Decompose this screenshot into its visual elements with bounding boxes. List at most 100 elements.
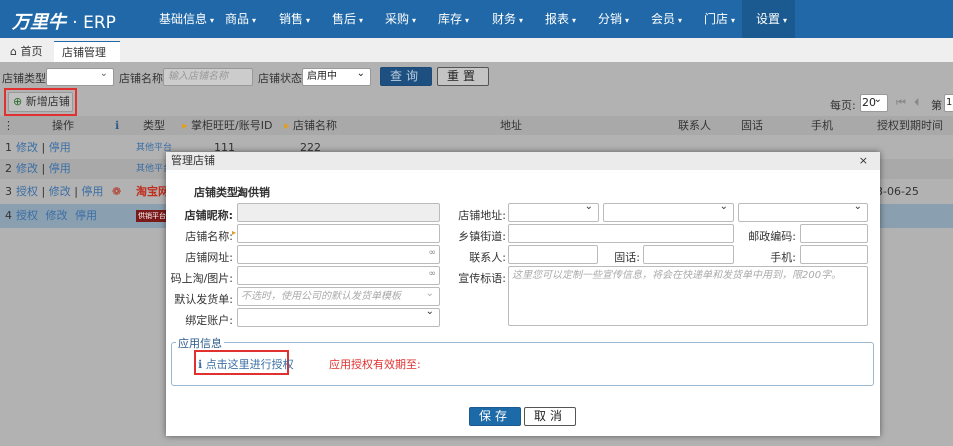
top-nav: 万里牛 · ERP 基础信息 ▾ 商品 ▾ 销售 ▾ 售后 ▾ 采购 ▾ 库存 ▾ 财务 ▾ … <box>0 0 953 38</box>
bind-account-label: 绑定账户: <box>185 314 233 327</box>
tab-home[interactable]: ⌂ 首页 <box>2 41 50 62</box>
menu-basic-info[interactable]: 基础信息 ▾ <box>151 0 222 38</box>
bind-account-select[interactable] <box>237 306 440 327</box>
required-marker-icon: ▸ <box>232 228 237 237</box>
menu-purchase[interactable]: 采购 ▾ <box>377 0 424 38</box>
mobile-input[interactable] <box>800 245 868 264</box>
header-expire: 授权到期时间 <box>877 116 943 135</box>
city-select[interactable] <box>603 201 734 222</box>
menu-members[interactable]: 会员 ▾ <box>643 0 690 38</box>
default-invoice-select[interactable]: 不选时，使用公司的默认发货单模板 <box>237 287 440 306</box>
store-type-value: 淘供销 <box>237 186 270 199</box>
authorize-link[interactable]: 授权 <box>16 209 38 222</box>
store-type-select[interactable] <box>46 66 114 86</box>
page-input[interactable]: 1 <box>944 94 953 112</box>
header-account[interactable]: ▸ 掌柜旺旺/账号ID <box>182 116 273 135</box>
store-type-label: 店铺类型: <box>194 186 243 199</box>
per-page-label: 每页: <box>830 99 856 112</box>
default-invoice-label: 默认发货单: <box>174 293 233 306</box>
menu-distribution[interactable]: 分销 ▾ <box>590 0 637 38</box>
qr-image-input[interactable]: ∞ <box>237 266 440 285</box>
header-phone: 固话 <box>741 116 763 135</box>
store-name-label: 店铺名称: <box>185 230 233 243</box>
store-name-input[interactable] <box>237 224 440 243</box>
zip-label: 邮政编码: <box>748 230 796 243</box>
menu-stores[interactable]: 门店 ▾ <box>696 0 743 38</box>
store-status-label: 店铺状态: <box>258 72 306 85</box>
nickname-input <box>237 203 440 222</box>
query-button[interactable]: 查询 <box>380 67 432 86</box>
add-store-button[interactable]: ⊕ 新增店铺 <box>8 92 73 112</box>
info-icon: ℹ <box>115 116 120 135</box>
menu-after-sales[interactable]: 售后 ▾ <box>324 0 371 38</box>
logo: 万里牛 · ERP <box>12 12 116 33</box>
header-type: 类型 <box>143 116 165 135</box>
info-icon: ℹ <box>198 358 203 371</box>
slogan-label: 宣传标语: <box>458 272 506 285</box>
store-status-select[interactable]: 启用中 <box>302 66 371 86</box>
menu-goods[interactable]: 商品 ▾ <box>217 0 264 38</box>
plus-circle-icon: ⊕ <box>13 95 23 108</box>
dialog-header: 管理店铺 × <box>166 152 880 170</box>
link-icon[interactable]: ∞ <box>429 248 437 258</box>
header-contact: 联系人 <box>678 116 711 135</box>
mobile-label: 手机: <box>770 251 796 264</box>
column-menu-icon[interactable]: ⋮ <box>3 116 14 135</box>
store-name-label: 店铺名称: <box>119 72 167 85</box>
store-type-label: 店铺类型: <box>2 72 50 85</box>
manage-store-dialog: 管理店铺 × 店铺类型: 淘供销 店铺昵称: 店铺名称: ▸ 店铺网址: ∞ 码… <box>166 152 880 436</box>
header-actions: 操作 <box>52 116 74 135</box>
phone-input[interactable] <box>643 245 734 264</box>
store-name-input[interactable]: 输入店铺名称 <box>163 68 253 86</box>
menu-finance[interactable]: 财务 ▾ <box>484 0 531 38</box>
edit-link[interactable]: 修改 <box>49 185 71 198</box>
authorize-link[interactable]: ℹ 点击这里进行授权 <box>198 356 294 372</box>
auth-expire-label: 应用授权有效期至: <box>329 358 421 371</box>
menu-inventory[interactable]: 库存 ▾ <box>430 0 477 38</box>
street-label: 乡镇街道: <box>458 230 506 243</box>
menu-reports[interactable]: 报表 ▾ <box>537 0 584 38</box>
close-icon[interactable]: × <box>859 152 868 170</box>
home-icon: ⌂ <box>10 45 17 58</box>
menu-settings[interactable]: 设置 ▾ <box>742 0 795 38</box>
prev-page-icon[interactable]: ⏴ <box>914 96 920 110</box>
disable-link[interactable]: 停用 <box>75 209 97 222</box>
dialog-title: 管理店铺 <box>171 154 215 167</box>
taobao-logo-icon: ❁ <box>112 185 122 198</box>
store-url-label: 店铺网址: <box>185 251 233 264</box>
qr-image-label: 码上淘/图片: <box>170 272 233 285</box>
page-label: 第 <box>931 99 942 112</box>
disable-link[interactable]: 停用 <box>81 185 103 198</box>
reset-button[interactable]: 重置 <box>437 67 489 86</box>
tab-bar: ⌂ 首页 店铺管理 × <box>0 38 953 80</box>
store-url-input[interactable]: ∞ <box>237 245 440 264</box>
save-button[interactable]: 保存 <box>469 407 521 426</box>
cancel-button[interactable]: 取消 <box>524 407 576 426</box>
first-page-icon[interactable]: ⏮ <box>896 96 906 110</box>
province-select[interactable] <box>508 201 599 222</box>
contact-input[interactable] <box>508 245 598 264</box>
app-info-legend: 应用信息 <box>176 335 224 351</box>
header-store-name[interactable]: ▸ 店铺名称 <box>284 116 338 135</box>
per-page-select[interactable]: 20 <box>860 92 888 112</box>
slogan-textarea[interactable]: 这里您可以定制一些宣传信息，将会在快递单和发货单中用到，限200字。 <box>508 266 868 326</box>
zip-input[interactable] <box>800 224 868 243</box>
contact-label: 联系人: <box>469 251 506 264</box>
district-select[interactable] <box>738 201 868 222</box>
platform-logo: 供销平台 <box>136 210 168 222</box>
header-address: 地址 <box>500 116 522 135</box>
edit-link[interactable]: 修改 <box>16 141 38 154</box>
menu-sales[interactable]: 销售 ▾ <box>271 0 318 38</box>
disable-link[interactable]: 停用 <box>49 141 71 154</box>
edit-link[interactable]: 修改 <box>46 209 68 222</box>
authorize-link[interactable]: 授权 <box>16 185 38 198</box>
street-input[interactable] <box>508 224 734 243</box>
phone-label: 固话: <box>614 251 640 264</box>
tab-store-management[interactable]: 店铺管理 × <box>54 41 120 80</box>
disable-link[interactable]: 停用 <box>49 162 71 175</box>
address-label: 店铺地址: <box>458 209 506 222</box>
link-icon[interactable]: ∞ <box>429 269 437 279</box>
nickname-label: 店铺昵称: <box>184 209 233 222</box>
header-mobile: 手机 <box>811 116 833 135</box>
edit-link[interactable]: 修改 <box>16 162 38 175</box>
